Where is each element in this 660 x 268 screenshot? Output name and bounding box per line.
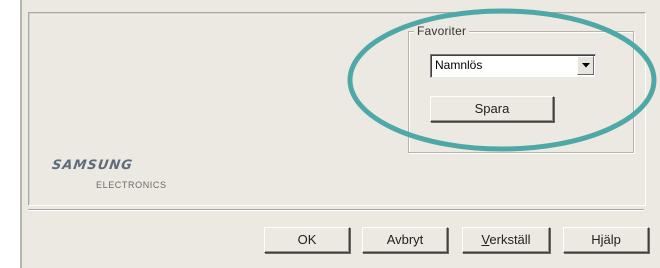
samsung-logo-subtitle: ELECTRONICS (96, 180, 167, 190)
save-favorite-button[interactable]: Spara (430, 96, 554, 122)
ok-button[interactable]: OK (264, 227, 350, 253)
favorites-dropdown[interactable]: Namnlös (430, 54, 596, 78)
window-edge (20, 0, 22, 268)
apply-label-rest: erkställ (489, 232, 531, 247)
cancel-button[interactable]: Avbryt (362, 227, 448, 253)
favorites-group-title: Favoriter (414, 24, 470, 38)
dropdown-arrow-button[interactable] (577, 56, 594, 75)
apply-button[interactable]: Verkställ (462, 227, 550, 253)
help-button[interactable]: Hjälp (563, 227, 649, 253)
footer-separator (28, 209, 644, 211)
samsung-logo: SAMSUNG (50, 158, 134, 173)
chevron-down-icon (582, 63, 590, 68)
favorites-group (408, 31, 634, 153)
favorites-selected-value: Namnlös (435, 58, 483, 72)
